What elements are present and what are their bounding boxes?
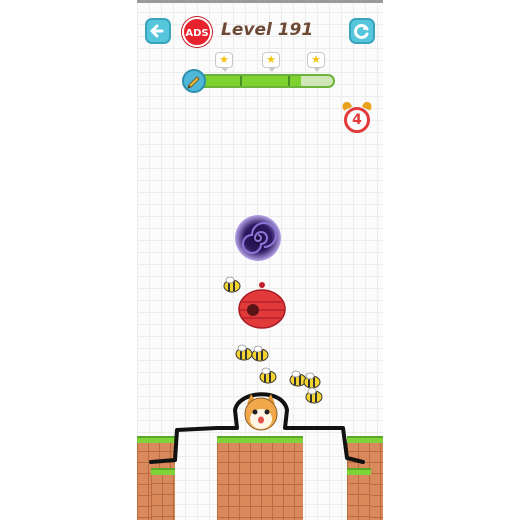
shiba-dog	[244, 394, 278, 431]
level-title: Level 191	[221, 20, 314, 40]
bee	[251, 345, 269, 362]
restart-button[interactable]	[349, 18, 375, 44]
progress-divider	[240, 76, 242, 86]
back-button[interactable]	[145, 18, 171, 44]
back-arrow-icon	[150, 24, 164, 38]
star-1: ★	[215, 52, 233, 72]
star-2: ★	[262, 52, 280, 72]
star-3: ★	[307, 52, 325, 72]
restart-icon	[354, 24, 369, 39]
black-hole-portal	[235, 215, 281, 261]
alarm-clock-icon: 4	[340, 100, 374, 134]
bee	[223, 276, 241, 293]
beehive	[238, 282, 286, 329]
timer-value: 4	[344, 107, 370, 133]
ink-progress-bar	[185, 74, 335, 88]
game-screen: ADS Level 191 ★ ★ ★ 4	[137, 0, 383, 520]
status-bar-line	[137, 0, 383, 3]
ads-button[interactable]: ADS	[182, 17, 212, 47]
pencil-icon	[182, 69, 206, 93]
progress-divider	[288, 76, 290, 86]
